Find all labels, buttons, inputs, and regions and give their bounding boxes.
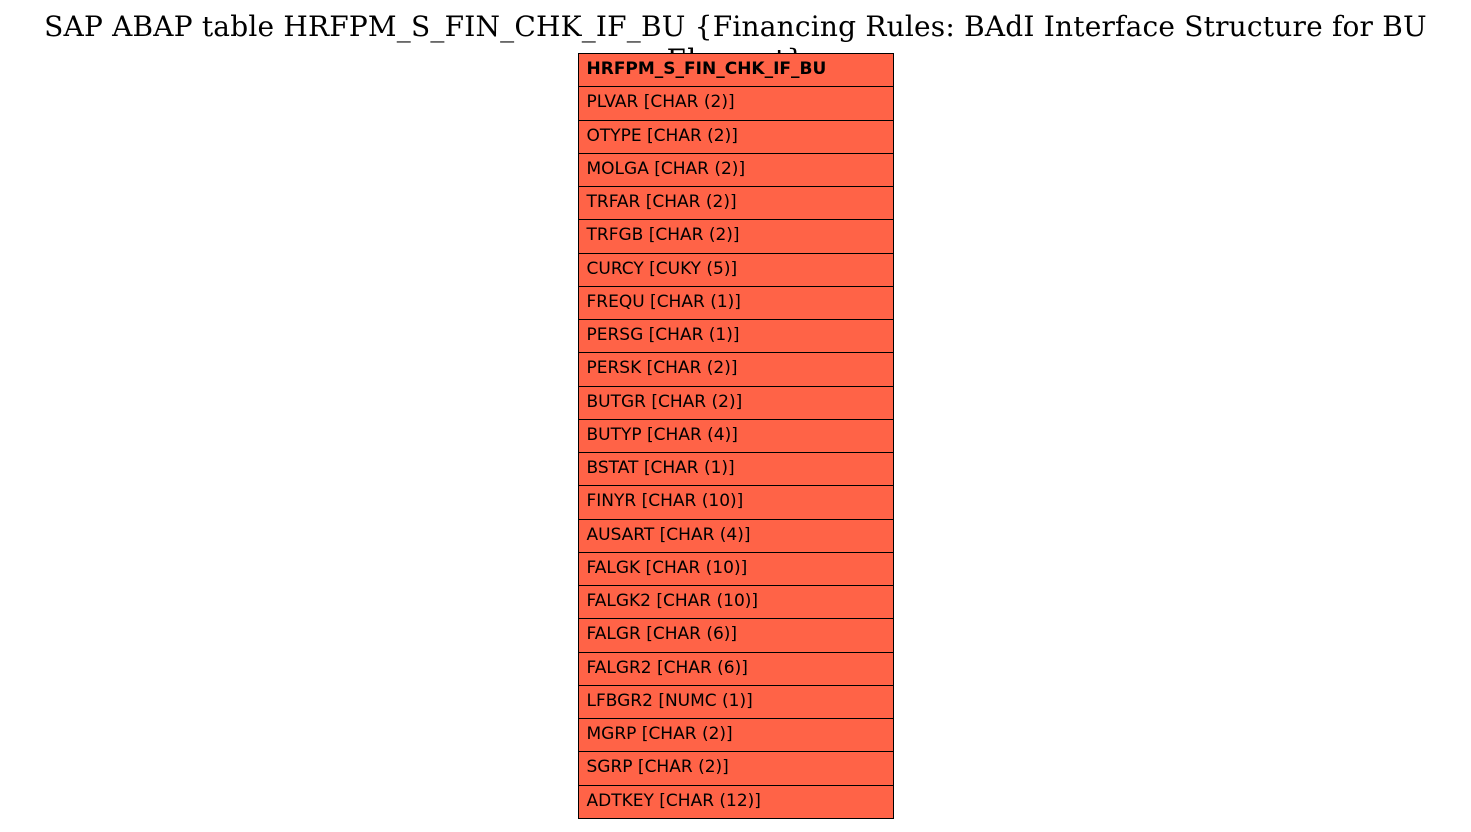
table-wrapper: HRFPM_S_FIN_CHK_IF_BU PLVAR [CHAR (2)] O… [0,53,1471,819]
field-cell: FALGR2 [CHAR (6)] [578,652,893,685]
field-cell: SGRP [CHAR (2)] [578,752,893,785]
table-row: TRFAR [CHAR (2)] [578,187,893,220]
table-header-row: HRFPM_S_FIN_CHK_IF_BU [578,54,893,87]
field-cell: ADTKEY [CHAR (12)] [578,785,893,818]
field-cell: PLVAR [CHAR (2)] [578,87,893,120]
field-cell: FALGR [CHAR (6)] [578,619,893,652]
table-row: PERSK [CHAR (2)] [578,353,893,386]
table-row: FINYR [CHAR (10)] [578,486,893,519]
field-cell: BUTGR [CHAR (2)] [578,386,893,419]
table-row: FALGR2 [CHAR (6)] [578,652,893,685]
table-row: SGRP [CHAR (2)] [578,752,893,785]
table-row: TRFGB [CHAR (2)] [578,220,893,253]
table-row: FALGK2 [CHAR (10)] [578,586,893,619]
table-row: CURCY [CUKY (5)] [578,253,893,286]
field-cell: FALGK [CHAR (10)] [578,552,893,585]
field-cell: BUTYP [CHAR (4)] [578,419,893,452]
field-cell: FINYR [CHAR (10)] [578,486,893,519]
field-cell: FALGK2 [CHAR (10)] [578,586,893,619]
table-header-cell: HRFPM_S_FIN_CHK_IF_BU [578,54,893,87]
field-cell: BSTAT [CHAR (1)] [578,453,893,486]
table-row: PERSG [CHAR (1)] [578,320,893,353]
field-cell: TRFGB [CHAR (2)] [578,220,893,253]
table-row: FALGK [CHAR (10)] [578,552,893,585]
field-cell: CURCY [CUKY (5)] [578,253,893,286]
table-row: BUTGR [CHAR (2)] [578,386,893,419]
table-row: ADTKEY [CHAR (12)] [578,785,893,818]
field-cell: TRFAR [CHAR (2)] [578,187,893,220]
table-row: FREQU [CHAR (1)] [578,286,893,319]
table-row: MGRP [CHAR (2)] [578,719,893,752]
page-root: SAP ABAP table HRFPM_S_FIN_CHK_IF_BU {Fi… [0,0,1471,832]
table-row: BUTYP [CHAR (4)] [578,419,893,452]
table-row: PLVAR [CHAR (2)] [578,87,893,120]
field-cell: OTYPE [CHAR (2)] [578,120,893,153]
table-row: BSTAT [CHAR (1)] [578,453,893,486]
structure-table: HRFPM_S_FIN_CHK_IF_BU PLVAR [CHAR (2)] O… [578,53,894,819]
field-cell: PERSG [CHAR (1)] [578,320,893,353]
table-row: LFBGR2 [NUMC (1)] [578,685,893,718]
field-cell: AUSART [CHAR (4)] [578,519,893,552]
field-cell: FREQU [CHAR (1)] [578,286,893,319]
table-row: FALGR [CHAR (6)] [578,619,893,652]
table-row: OTYPE [CHAR (2)] [578,120,893,153]
table-row: AUSART [CHAR (4)] [578,519,893,552]
field-cell: MGRP [CHAR (2)] [578,719,893,752]
table-row: MOLGA [CHAR (2)] [578,153,893,186]
field-cell: MOLGA [CHAR (2)] [578,153,893,186]
field-cell: PERSK [CHAR (2)] [578,353,893,386]
field-cell: LFBGR2 [NUMC (1)] [578,685,893,718]
